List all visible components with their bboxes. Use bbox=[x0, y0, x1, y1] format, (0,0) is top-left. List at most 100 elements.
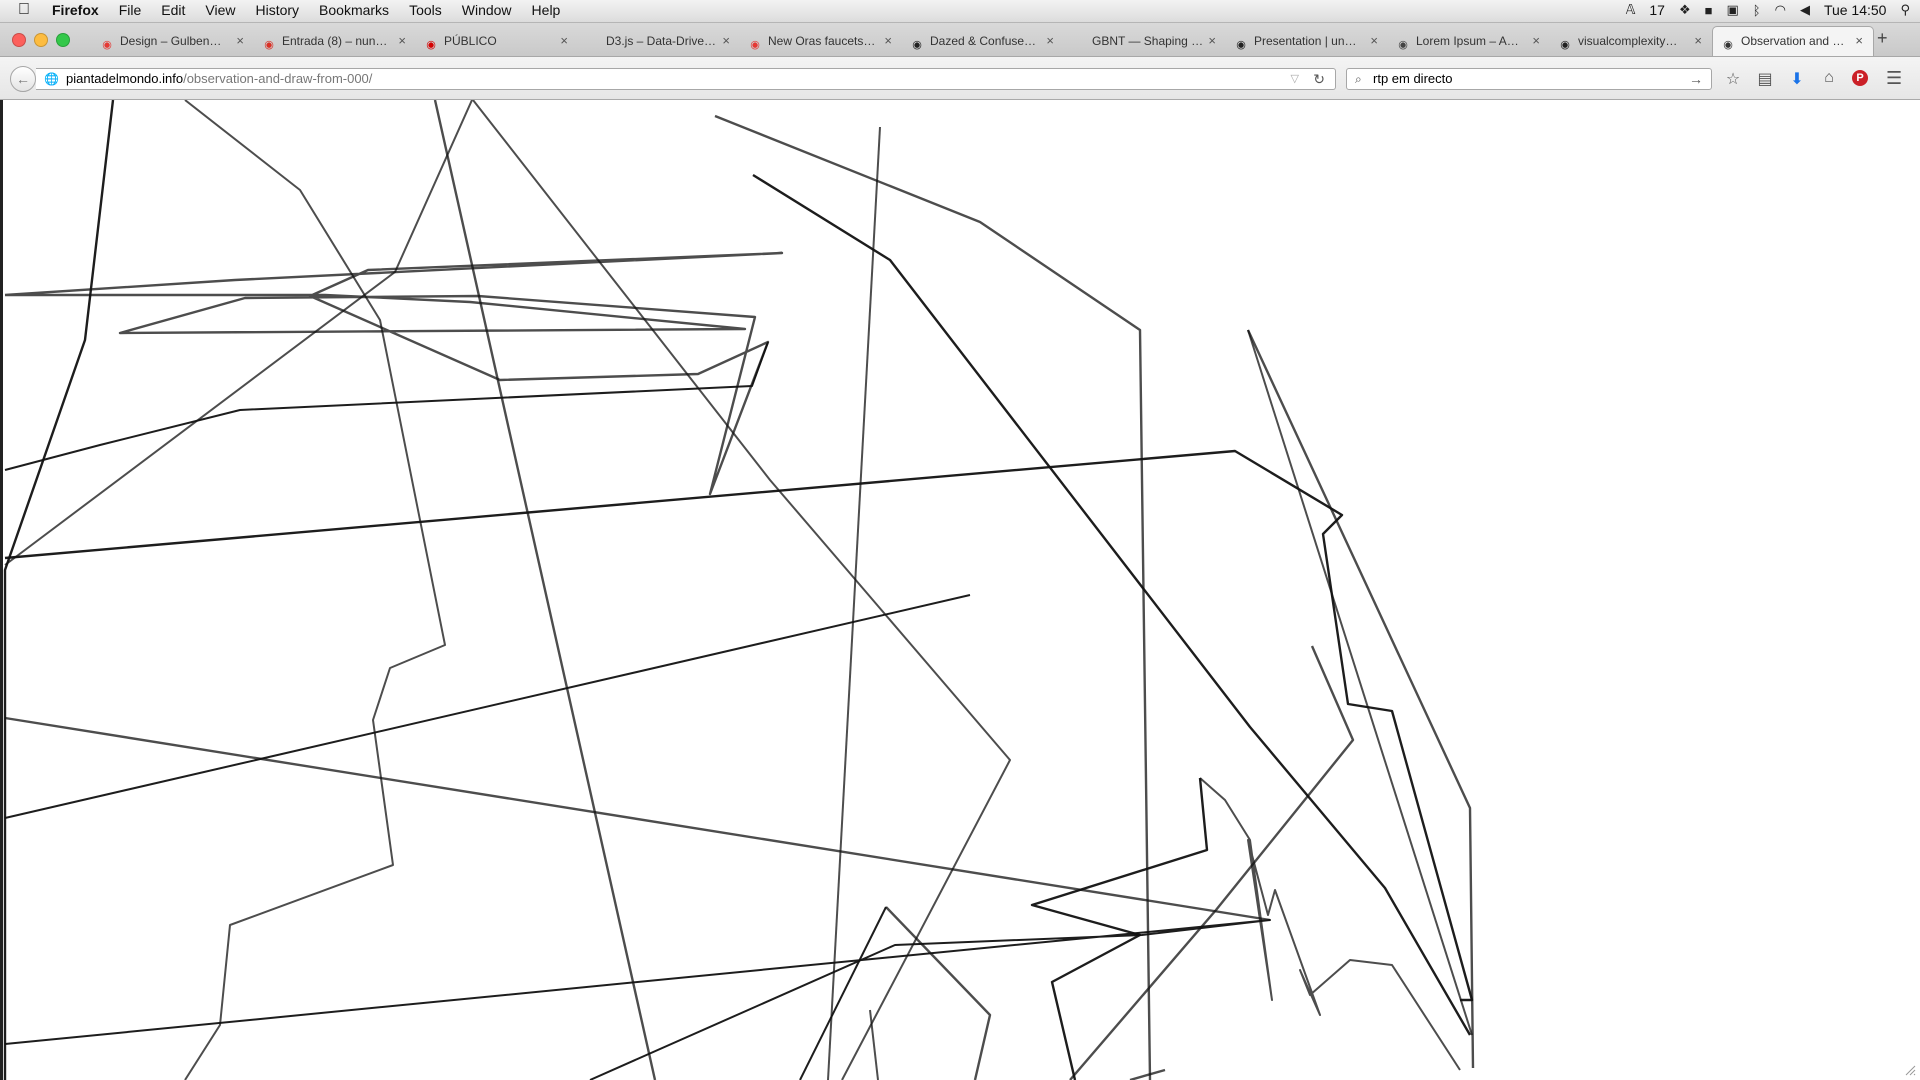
close-tab-icon[interactable]: × bbox=[722, 33, 730, 48]
tab-title: Dazed & Confuse… bbox=[930, 34, 1037, 48]
wifi-icon[interactable]: ◠ bbox=[1775, 2, 1786, 18]
menu-help[interactable]: Help bbox=[532, 2, 561, 18]
close-tab-icon[interactable]: × bbox=[398, 33, 406, 48]
minimize-window-button[interactable] bbox=[34, 33, 48, 47]
drawn-line-9 bbox=[4, 594, 971, 819]
hamburger-menu-icon[interactable]: ☰ bbox=[1886, 68, 1902, 89]
close-tab-icon[interactable]: × bbox=[1694, 33, 1702, 48]
reload-icon[interactable]: ↻ bbox=[1313, 69, 1325, 89]
tab-4[interactable]: ◉ New Oras faucets… × bbox=[740, 27, 902, 55]
tab-favicon-icon bbox=[586, 34, 600, 48]
search-query[interactable]: rtp em directo bbox=[1373, 69, 1452, 89]
back-button[interactable]: ← bbox=[10, 66, 36, 92]
search-icon[interactable]: ⌕ bbox=[1355, 69, 1362, 89]
apple-logo-icon[interactable]:  bbox=[18, 1, 30, 19]
drawn-line-21 bbox=[799, 906, 887, 1080]
menu-window[interactable]: Window bbox=[462, 2, 512, 18]
status-count: 17 bbox=[1649, 2, 1665, 18]
tab-strip: ◉ Design – Gulben… × ◉ Entrada (8) – nun… × ◉ P… bbox=[0, 23, 1920, 57]
close-tab-icon[interactable]: × bbox=[1208, 33, 1216, 48]
tab-10[interactable]: ◉ Observation and … × bbox=[1712, 26, 1874, 56]
gmail-icon: ◉ bbox=[264, 39, 274, 51]
dropbox-icon[interactable]: ❖ bbox=[1679, 2, 1691, 18]
drawn-line-7 bbox=[472, 100, 1011, 1080]
page-content[interactable] bbox=[0, 100, 1920, 1080]
tab-title: PÚBLICO bbox=[444, 34, 497, 48]
close-tab-icon[interactable]: × bbox=[1046, 33, 1054, 48]
url-history-dropdown-icon[interactable]: ▽ bbox=[1291, 69, 1299, 89]
search-go-arrow-icon[interactable]: → bbox=[1689, 69, 1703, 89]
menu-file[interactable]: File bbox=[119, 2, 142, 18]
new-tab-button[interactable]: + bbox=[1877, 28, 1888, 49]
url-domain: piantadelmondo.info bbox=[66, 71, 184, 86]
drawn-line-3 bbox=[4, 341, 769, 471]
tab-9[interactable]: ◉ visualcomplexity… × bbox=[1550, 27, 1712, 55]
line-drawing-canvas[interactable] bbox=[0, 100, 1920, 1080]
macos-menubar:  Firefox File Edit View History Bookmar… bbox=[0, 0, 1920, 23]
volume-icon[interactable]: ◀ bbox=[1800, 2, 1810, 18]
tab-7[interactable]: ◉ Presentation | un… × bbox=[1226, 27, 1388, 55]
bookmark-star-icon[interactable]: ☆ bbox=[1724, 69, 1742, 89]
tab-title: New Oras faucets… bbox=[768, 34, 876, 48]
pinterest-icon[interactable]: P bbox=[1852, 70, 1868, 86]
menu-app-firefox[interactable]: Firefox bbox=[52, 2, 99, 18]
lorem-icon: ◉ bbox=[1398, 39, 1408, 51]
tab-3[interactable]: D3.js – Data-Driven … × bbox=[578, 27, 740, 55]
window-resize-grip-icon[interactable] bbox=[1904, 1064, 1916, 1076]
menu-tools[interactable]: Tools bbox=[409, 2, 442, 18]
drawn-line-16 bbox=[1069, 645, 1355, 1080]
dezeen-icon: ◉ bbox=[750, 39, 760, 51]
tab-8[interactable]: ◉ Lorem Ipsum – A… × bbox=[1388, 27, 1550, 55]
tabs: ◉ Design – Gulben… × ◉ Entrada (8) – nun… × ◉ P… bbox=[92, 26, 1874, 56]
drawn-line-4 bbox=[433, 100, 657, 1080]
menu-bookmarks[interactable]: Bookmarks bbox=[319, 2, 389, 18]
adobe-creative-cloud-icon[interactable]: 𝔸 bbox=[1626, 2, 1636, 18]
close-tab-icon[interactable]: × bbox=[884, 33, 892, 48]
menu-edit[interactable]: Edit bbox=[161, 2, 185, 18]
home-icon[interactable]: ⌂ bbox=[1820, 69, 1838, 89]
window-controls bbox=[12, 33, 70, 47]
tab-1[interactable]: ◉ Entrada (8) – nun… × bbox=[254, 27, 416, 55]
url-bar[interactable]: 🌐 piantadelmondo.info/observation-and-dr… bbox=[36, 68, 1336, 90]
drawn-line-20 bbox=[885, 906, 992, 1080]
downloads-icon[interactable]: ⬇ bbox=[1788, 69, 1806, 89]
spotlight-search-icon[interactable]: ⚲ bbox=[1900, 2, 1910, 18]
presentation-icon: ◉ bbox=[1236, 39, 1246, 51]
drawn-line-2 bbox=[4, 251, 784, 496]
navigation-toolbar: ← 🌐 piantadelmondo.info/observation-and-… bbox=[0, 57, 1920, 100]
tab-title: Observation and … bbox=[1741, 34, 1845, 48]
menu-list: Firefox File Edit View History Bookmarks… bbox=[52, 2, 580, 18]
bluetooth-icon[interactable]: ᛒ bbox=[1753, 3, 1761, 18]
tab-2[interactable]: ◉ PÚBLICO × bbox=[416, 27, 578, 55]
visualcomplexity-icon: ◉ bbox=[1560, 39, 1570, 51]
zoom-window-button[interactable] bbox=[56, 33, 70, 47]
back-arrow-icon: ← bbox=[16, 71, 30, 87]
drawn-line-0 bbox=[3, 100, 115, 1080]
close-tab-icon[interactable]: × bbox=[236, 33, 244, 48]
close-tab-icon[interactable]: × bbox=[1855, 33, 1863, 48]
tab-title: D3.js – Data-Driven … bbox=[606, 34, 718, 48]
folder-icon[interactable]: ■ bbox=[1705, 3, 1713, 18]
tab-title: GBNT — Shaping Co… bbox=[1092, 34, 1204, 48]
menu-history[interactable]: History bbox=[255, 2, 299, 18]
close-tab-icon[interactable]: × bbox=[560, 33, 568, 48]
menu-view[interactable]: View bbox=[205, 2, 235, 18]
tab-6[interactable]: GBNT — Shaping Co… × bbox=[1064, 27, 1226, 55]
window-left-edge bbox=[0, 100, 3, 1080]
drawn-line-8 bbox=[714, 114, 1152, 1080]
drawn-line-11 bbox=[827, 126, 881, 1080]
tab-5[interactable]: ◉ Dazed & Confuse… × bbox=[902, 27, 1064, 55]
drawn-line-12 bbox=[752, 173, 1472, 1036]
close-tab-icon[interactable]: × bbox=[1370, 33, 1378, 48]
close-window-button[interactable] bbox=[12, 33, 26, 47]
dazed-icon: ◉ bbox=[912, 39, 922, 51]
search-bar[interactable]: ⌕ rtp em directo → bbox=[1346, 68, 1712, 90]
clock[interactable]: Tue 14:50 bbox=[1824, 2, 1887, 18]
display-icon[interactable]: ▣ bbox=[1726, 2, 1738, 18]
tab-title: Presentation | un… bbox=[1254, 34, 1357, 48]
url-text[interactable]: piantadelmondo.info/observation-and-draw… bbox=[66, 69, 372, 89]
bookmarks-menu-icon[interactable]: ▤ bbox=[1756, 69, 1774, 89]
tab-0[interactable]: ◉ Design – Gulben… × bbox=[92, 27, 254, 55]
gulbenkian-icon: ◉ bbox=[102, 39, 112, 51]
close-tab-icon[interactable]: × bbox=[1532, 33, 1540, 48]
